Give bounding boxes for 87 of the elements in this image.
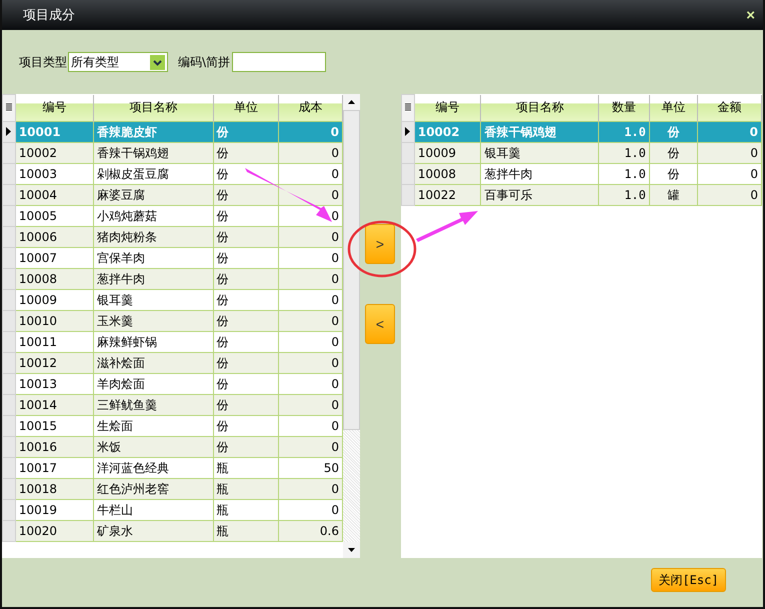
table-cell: 份 <box>213 352 279 374</box>
table-cell: 滋补烩面 <box>93 352 214 374</box>
table-cell: 1.0 <box>598 142 650 164</box>
column-header[interactable]: 单位 <box>213 94 279 122</box>
table-cell: 0 <box>698 184 762 206</box>
column-header[interactable]: 项目名称 <box>480 94 599 122</box>
scrollbar[interactable] <box>343 94 360 558</box>
table-cell: 份 <box>213 142 279 164</box>
table-cell: 0 <box>698 142 762 164</box>
table-cell: 0 <box>278 122 342 142</box>
table-cell: 份 <box>213 310 279 332</box>
table-cell: 0 <box>278 142 342 164</box>
table-cell: 份 <box>213 436 279 458</box>
grid-menu-icon <box>404 103 411 112</box>
table-cell: 10009 <box>414 142 481 164</box>
column-header[interactable]: 编号 <box>414 94 481 122</box>
column-header[interactable]: 编号 <box>15 94 94 122</box>
table-cell: 1.0 <box>598 122 650 142</box>
column-header[interactable]: 项目名称 <box>93 94 214 122</box>
table-cell: 1.0 <box>598 184 650 206</box>
table-cell: 0 <box>278 184 342 206</box>
scroll-thumb[interactable] <box>343 110 360 430</box>
column-header[interactable]: 单位 <box>649 94 698 122</box>
table-cell: 0 <box>698 122 762 142</box>
table-cell: 葱拌牛肉 <box>93 268 214 290</box>
table-cell: 10004 <box>15 184 94 206</box>
table-cell: 0.6 <box>278 520 342 542</box>
table-cell: 米饭 <box>93 436 214 458</box>
table-cell: 份 <box>213 184 279 206</box>
table-cell: 香辣脆皮虾 <box>93 122 214 142</box>
table-cell: 百事可乐 <box>480 184 599 206</box>
table-cell: 香辣干锅鸡翅 <box>480 122 599 142</box>
table-cell: 10008 <box>414 164 481 184</box>
table-cell: 10010 <box>15 310 94 332</box>
dropdown-icon <box>150 54 165 70</box>
type-label: 项目类型 <box>19 54 67 70</box>
table-cell: 10014 <box>15 394 94 416</box>
circle-annotation <box>348 220 416 278</box>
table-cell: 猪肉炖粉条 <box>93 226 214 248</box>
table-cell: 份 <box>649 142 698 164</box>
remove-button[interactable]: < <box>365 304 395 344</box>
table-cell: 份 <box>213 268 279 290</box>
column-header[interactable]: 成本 <box>278 94 342 122</box>
table-cell: 矿泉水 <box>93 520 214 542</box>
table-cell: 0 <box>278 478 342 500</box>
table-cell: 10018 <box>15 478 94 500</box>
table-cell: 10006 <box>15 226 94 248</box>
table-cell: 份 <box>213 122 279 142</box>
code-label: 编码\简拼 <box>178 54 230 70</box>
table-cell: 瓶 <box>213 520 279 542</box>
table-cell: 麻婆豆腐 <box>93 184 214 206</box>
table-cell: 0 <box>278 226 342 248</box>
window-title: 项目成分 <box>23 7 75 24</box>
close-button[interactable]: × <box>746 6 755 24</box>
table-cell: 0 <box>278 352 342 374</box>
table-cell: 0 <box>278 310 342 332</box>
code-input[interactable] <box>232 52 326 72</box>
arrow-annotation <box>416 211 478 242</box>
table-cell: 三鲜鱿鱼羹 <box>93 394 214 416</box>
type-dropdown[interactable]: 所有类型 <box>68 52 168 72</box>
table-cell: 0 <box>278 268 342 290</box>
table-cell: 红色泸州老窖 <box>93 478 214 500</box>
table-cell: 10008 <box>15 268 94 290</box>
table-cell: 10016 <box>15 436 94 458</box>
table-cell: 份 <box>213 226 279 248</box>
row-pointer-icon <box>6 127 12 136</box>
grid-menu-icon <box>6 103 12 112</box>
table-cell: 10020 <box>15 520 94 542</box>
column-header[interactable]: 金额 <box>698 94 762 122</box>
table-cell: 罐 <box>649 184 698 206</box>
table-cell: 份 <box>649 122 698 142</box>
add-button[interactable]: > <box>365 224 395 264</box>
table-cell: 玉米羹 <box>93 310 214 332</box>
table-cell: 10022 <box>414 184 481 206</box>
table-cell: 0 <box>278 394 342 416</box>
table-cell: 瓶 <box>213 478 279 500</box>
row-pointer-icon <box>405 127 410 136</box>
table-cell: 10002 <box>15 142 94 164</box>
table-cell: 0 <box>278 436 342 458</box>
table-cell: 银耳羹 <box>480 142 599 164</box>
close-esc-button[interactable]: 关闭[Esc] <box>651 568 726 592</box>
table-cell: 10001 <box>15 122 94 142</box>
table-cell: 10012 <box>15 352 94 374</box>
table-cell: 份 <box>213 394 279 416</box>
table-cell: 10002 <box>414 122 481 142</box>
table-cell: 香辣干锅鸡翅 <box>93 142 214 164</box>
column-header[interactable]: 数量 <box>598 94 650 122</box>
